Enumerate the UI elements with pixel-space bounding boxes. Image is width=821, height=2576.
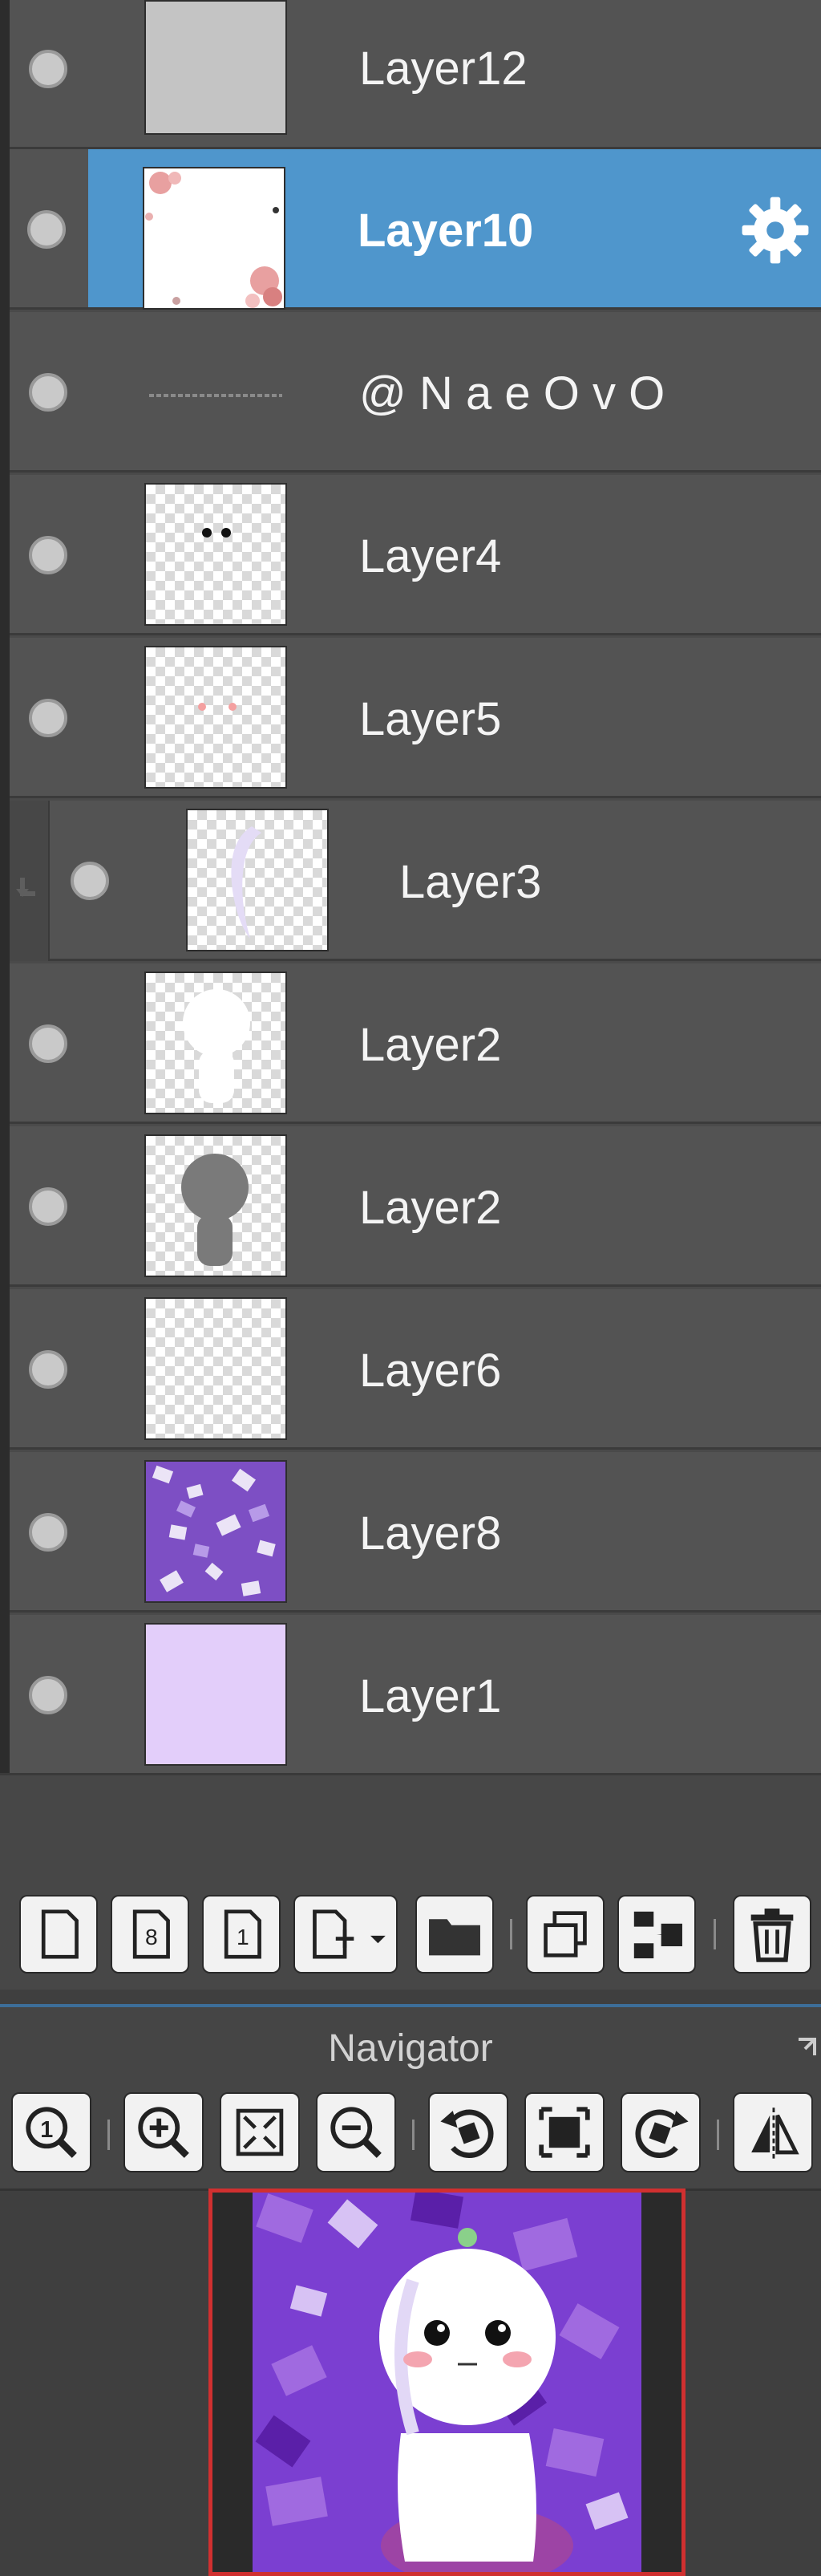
visibility-toggle-icon[interactable] [29, 1024, 67, 1063]
layer-name: Layer12 [359, 43, 528, 95]
layer-row-layer2-gray[interactable]: Layer2 [10, 1126, 821, 1287]
visibility-toggle-icon[interactable] [27, 210, 66, 249]
reset-rotation-button[interactable] [524, 2092, 605, 2172]
duplicate-layer-button[interactable] [526, 1895, 605, 1974]
duplicate-layer-icon [544, 1911, 587, 1957]
flip-horizontal-icon [751, 2107, 799, 2160]
layer-thumbnail [144, 1623, 287, 1766]
new-folder-button[interactable] [415, 1895, 494, 1974]
layer-row-layer4[interactable]: Layer4 [10, 475, 821, 635]
zoom-actual-button[interactable]: 1 [11, 2092, 91, 2172]
merge-down-icon [633, 1911, 682, 1959]
svg-text:1: 1 [237, 1924, 249, 1949]
zoom-actual-icon: 1 [26, 2107, 77, 2158]
rotate-left-button[interactable] [428, 2092, 508, 2172]
new-special-layer-icon [313, 1909, 386, 1959]
layer-name: Layer2 [359, 1182, 502, 1234]
visibility-toggle-icon[interactable] [29, 1513, 67, 1552]
delete-layer-button[interactable] [733, 1895, 811, 1974]
layer-row-layer8[interactable]: Layer8 [10, 1452, 821, 1613]
merge-down-button[interactable] [617, 1895, 696, 1974]
flip-horizontal-button[interactable] [733, 2092, 813, 2172]
layer-row-layer2-white[interactable]: Layer2 [10, 963, 821, 1124]
layer-thumbnail [144, 972, 287, 1114]
layer-panel-empty-space [0, 1773, 821, 1877]
layer-thumbnail [144, 1460, 287, 1603]
new-layer-1bit-icon: 1 [224, 1909, 261, 1959]
layer-name: Layer8 [359, 1507, 502, 1560]
toolbar-separator [714, 1919, 716, 1949]
new-layer-button[interactable] [19, 1895, 98, 1974]
new-special-layer-button[interactable] [293, 1895, 398, 1974]
layer-name: Layer10 [358, 205, 534, 257]
zoom-in-icon [138, 2107, 189, 2158]
visibility-toggle-icon[interactable] [29, 373, 67, 412]
visibility-toggle-icon[interactable] [29, 1187, 67, 1226]
layer-name: Layer1 [359, 1670, 502, 1722]
svg-text:8: 8 [145, 1924, 158, 1949]
new-layer-icon [41, 1909, 79, 1959]
fit-to-window-icon [236, 2108, 284, 2156]
visibility-toggle-icon[interactable] [29, 1676, 67, 1714]
layer-thumbnail [144, 322, 287, 464]
toolbar-separator [107, 2120, 110, 2150]
layer-name: Layer4 [359, 530, 502, 582]
layer-row-layer3[interactable]: Layer3 [10, 801, 821, 961]
rotate-right-icon [635, 2109, 689, 2158]
layer-name: Layer3 [399, 856, 542, 908]
layer-thumbnail [143, 167, 285, 310]
rotate-left-icon [440, 2109, 494, 2158]
layer-panel-edge [0, 0, 10, 1773]
layer-name: Layer5 [359, 693, 502, 745]
clip-arrow-icon [16, 878, 35, 897]
layer-thumbnail [186, 809, 329, 951]
new-layer-8bit-icon: 8 [132, 1909, 170, 1959]
visibility-toggle-icon[interactable] [29, 1350, 67, 1389]
layer-thumbnail [144, 0, 287, 135]
svg-text:1: 1 [40, 2117, 53, 2143]
panel-expand-icon[interactable] [794, 2031, 821, 2059]
layer-thumbnail [144, 1134, 287, 1277]
new-folder-icon [429, 1919, 480, 1956]
navigator-header: Navigator [0, 2007, 821, 2084]
navigator-title: Navigator [328, 2027, 493, 2070]
layer-thumbnail [144, 1297, 287, 1440]
layer-row-layer1[interactable]: Layer1 [10, 1615, 821, 1775]
layer-name: Layer2 [359, 1019, 502, 1071]
layer-row-layer5[interactable]: Layer5 [10, 638, 821, 798]
zoom-out-button[interactable] [316, 2092, 396, 2172]
toolbar-separator [717, 2120, 719, 2150]
navigator-toolbar: 1 [0, 2084, 821, 2189]
layer-thumbnail [144, 646, 287, 789]
layer-toolbar: 8 1 [0, 1877, 821, 1990]
rotate-right-button[interactable] [621, 2092, 701, 2172]
new-1bit-layer-button[interactable]: 1 [202, 1895, 281, 1974]
gear-icon[interactable] [739, 194, 811, 266]
visibility-toggle-icon[interactable] [29, 50, 67, 88]
layer-panel: Layer12 Layer10 @ N a e O v O Layer4 Lay… [0, 0, 821, 1775]
visibility-toggle-icon[interactable] [29, 536, 67, 574]
layer-name: Layer6 [359, 1345, 502, 1397]
layer-row-layer6[interactable]: Layer6 [10, 1289, 821, 1450]
canvas-preview-image [212, 2193, 681, 2572]
toolbar-separator [510, 1919, 512, 1949]
fit-to-window-button[interactable] [220, 2092, 300, 2172]
visibility-toggle-icon[interactable] [29, 699, 67, 737]
visibility-toggle-icon[interactable] [71, 862, 109, 900]
toolbar-separator [412, 2120, 415, 2150]
layer-row-layer10[interactable]: Layer10 [88, 149, 821, 310]
new-8bit-layer-button[interactable]: 8 [111, 1895, 189, 1974]
navigator-preview[interactable] [208, 2189, 686, 2576]
layer-name: @ N a e O v O [359, 367, 665, 420]
layer-row-text[interactable]: @ N a e O v O [10, 312, 821, 473]
delete-layer-icon [750, 1909, 794, 1962]
reset-rotation-icon [539, 2107, 590, 2158]
selected-row-gutter [10, 149, 88, 310]
zoom-in-button[interactable] [123, 2092, 204, 2172]
layer-row-layer12[interactable]: Layer12 [10, 0, 821, 149]
clipping-indicator [10, 801, 50, 961]
zoom-out-icon [330, 2107, 382, 2158]
layer-thumbnail [144, 483, 287, 626]
